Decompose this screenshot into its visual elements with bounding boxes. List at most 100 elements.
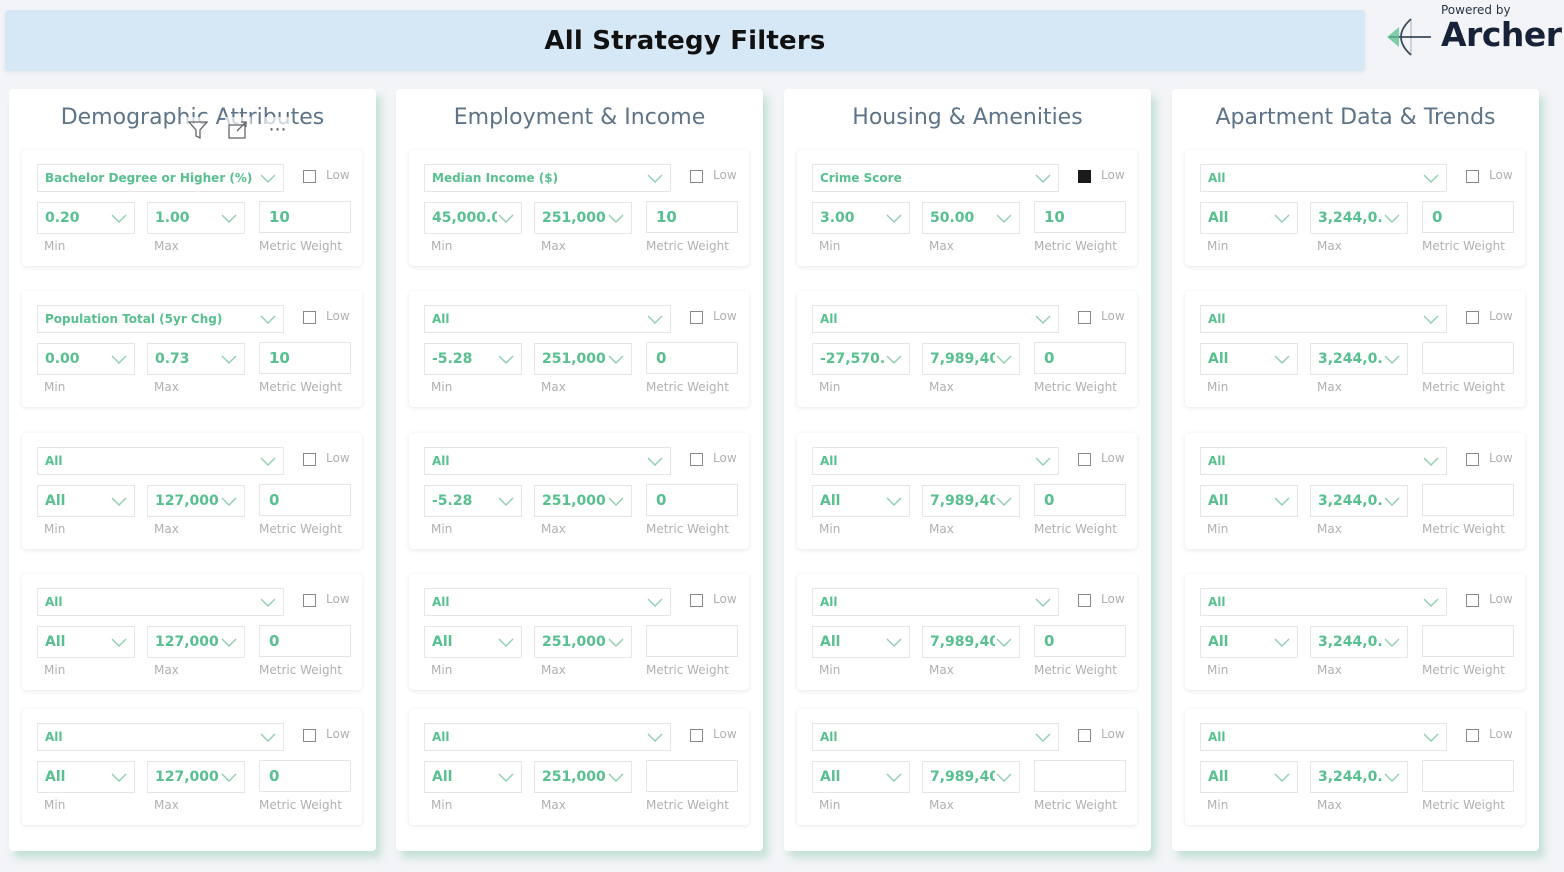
min-dropdown[interactable]: All xyxy=(812,626,910,658)
metric-weight-input[interactable] xyxy=(1034,760,1126,792)
metric-dropdown[interactable]: All xyxy=(424,447,671,475)
max-dropdown[interactable]: 3,244,0... xyxy=(1310,343,1408,375)
min-dropdown[interactable]: All xyxy=(424,626,522,658)
max-dropdown[interactable]: 251,000.... xyxy=(534,343,632,375)
low-checkbox[interactable] xyxy=(303,311,316,324)
more-options-icon[interactable]: ⋯ xyxy=(265,117,291,143)
metric-weight-input[interactable]: 10 xyxy=(259,201,351,233)
min-dropdown[interactable]: All xyxy=(1200,202,1298,234)
metric-dropdown[interactable]: All xyxy=(812,588,1059,616)
metric-dropdown[interactable]: All xyxy=(424,588,671,616)
metric-weight-input[interactable]: 10 xyxy=(646,201,738,233)
metric-weight-input[interactable]: 0 xyxy=(259,625,351,657)
low-checkbox[interactable] xyxy=(303,453,316,466)
low-checkbox[interactable] xyxy=(690,170,703,183)
metric-weight-input[interactable]: 10 xyxy=(259,342,351,374)
max-dropdown[interactable]: 127,000.... xyxy=(147,761,245,793)
min-dropdown[interactable]: 3.00 xyxy=(812,202,910,234)
low-checkbox[interactable] xyxy=(303,170,316,183)
low-checkbox[interactable] xyxy=(690,729,703,742)
low-checkbox[interactable] xyxy=(303,594,316,607)
max-dropdown[interactable]: 251,000.... xyxy=(534,202,632,234)
metric-weight-input[interactable]: 0 xyxy=(259,484,351,516)
min-dropdown[interactable]: 45,000.00 xyxy=(424,202,522,234)
metric-dropdown[interactable]: Crime Score xyxy=(812,164,1059,192)
metric-dropdown[interactable]: All xyxy=(424,723,671,751)
min-dropdown[interactable]: All xyxy=(1200,626,1298,658)
metric-weight-input[interactable]: 10 xyxy=(1034,201,1126,233)
metric-weight-input[interactable]: 0 xyxy=(259,760,351,792)
low-checkbox[interactable] xyxy=(1078,170,1091,183)
min-dropdown[interactable]: All xyxy=(1200,343,1298,375)
metric-dropdown[interactable]: All xyxy=(1200,588,1447,616)
low-checkbox[interactable] xyxy=(1466,453,1479,466)
max-dropdown[interactable]: 251,000.... xyxy=(534,761,632,793)
low-checkbox[interactable] xyxy=(1466,594,1479,607)
max-dropdown[interactable]: 127,000.... xyxy=(147,626,245,658)
min-dropdown[interactable]: -27,570.... xyxy=(812,343,910,375)
low-checkbox[interactable] xyxy=(1466,170,1479,183)
max-dropdown[interactable]: 251,000.... xyxy=(534,485,632,517)
max-dropdown[interactable]: 3,244,0... xyxy=(1310,626,1408,658)
metric-dropdown[interactable]: Bachelor Degree or Higher (%) xyxy=(37,164,284,192)
metric-dropdown[interactable]: All xyxy=(424,305,671,333)
max-dropdown[interactable]: 50.00 xyxy=(922,202,1020,234)
max-dropdown[interactable]: 127,000.... xyxy=(147,485,245,517)
low-checkbox[interactable] xyxy=(690,453,703,466)
low-checkbox[interactable] xyxy=(1078,729,1091,742)
metric-dropdown[interactable]: All xyxy=(37,723,284,751)
metric-dropdown[interactable]: All xyxy=(1200,305,1447,333)
metric-dropdown[interactable]: All xyxy=(812,723,1059,751)
metric-dropdown[interactable]: Median Income ($) xyxy=(424,164,671,192)
metric-dropdown[interactable]: All xyxy=(1200,723,1447,751)
focus-mode-icon[interactable] xyxy=(225,117,251,143)
min-dropdown[interactable]: -5.28 xyxy=(424,485,522,517)
metric-dropdown[interactable]: All xyxy=(812,305,1059,333)
min-dropdown[interactable]: All xyxy=(1200,485,1298,517)
max-dropdown[interactable]: 7,989,40... xyxy=(922,761,1020,793)
low-checkbox[interactable] xyxy=(1466,311,1479,324)
low-checkbox[interactable] xyxy=(690,311,703,324)
metric-weight-input[interactable]: 0 xyxy=(1034,625,1126,657)
metric-dropdown[interactable]: All xyxy=(1200,447,1447,475)
low-checkbox[interactable] xyxy=(303,729,316,742)
low-checkbox[interactable] xyxy=(1078,594,1091,607)
metric-weight-input[interactable]: 0 xyxy=(1034,342,1126,374)
min-dropdown[interactable]: 0.00 xyxy=(37,343,135,375)
min-dropdown[interactable]: All xyxy=(812,485,910,517)
metric-weight-input[interactable] xyxy=(646,625,738,657)
metric-dropdown[interactable]: All xyxy=(37,588,284,616)
max-dropdown[interactable]: 7,989,40... xyxy=(922,485,1020,517)
min-dropdown[interactable]: 0.20 xyxy=(37,202,135,234)
metric-dropdown[interactable]: All xyxy=(812,447,1059,475)
filter-icon[interactable] xyxy=(185,117,211,143)
max-dropdown[interactable]: 3,244,0... xyxy=(1310,485,1408,517)
min-dropdown[interactable]: -5.28 xyxy=(424,343,522,375)
low-checkbox[interactable] xyxy=(690,594,703,607)
low-checkbox[interactable] xyxy=(1078,311,1091,324)
metric-dropdown[interactable]: All xyxy=(37,447,284,475)
metric-weight-input[interactable] xyxy=(1422,760,1514,792)
metric-weight-input[interactable]: 0 xyxy=(646,484,738,516)
metric-weight-input[interactable]: 0 xyxy=(646,342,738,374)
max-dropdown[interactable]: 7,989,40... xyxy=(922,626,1020,658)
max-dropdown[interactable]: 3,244,0... xyxy=(1310,202,1408,234)
max-dropdown[interactable]: 1.00 xyxy=(147,202,245,234)
max-dropdown[interactable]: 7,989,40... xyxy=(922,343,1020,375)
metric-weight-input[interactable]: 0 xyxy=(1034,484,1126,516)
min-dropdown[interactable]: All xyxy=(37,761,135,793)
min-dropdown[interactable]: All xyxy=(424,761,522,793)
min-dropdown[interactable]: All xyxy=(1200,761,1298,793)
metric-weight-input[interactable] xyxy=(1422,625,1514,657)
max-dropdown[interactable]: 251,000.... xyxy=(534,626,632,658)
low-checkbox[interactable] xyxy=(1466,729,1479,742)
max-dropdown[interactable]: 0.73 xyxy=(147,343,245,375)
min-dropdown[interactable]: All xyxy=(37,485,135,517)
metric-weight-input[interactable] xyxy=(646,760,738,792)
metric-dropdown[interactable]: Population Total (5yr Chg) xyxy=(37,305,284,333)
min-dropdown[interactable]: All xyxy=(37,626,135,658)
metric-weight-input[interactable]: 0 xyxy=(1422,201,1514,233)
max-dropdown[interactable]: 3,244,0... xyxy=(1310,761,1408,793)
min-dropdown[interactable]: All xyxy=(812,761,910,793)
low-checkbox[interactable] xyxy=(1078,453,1091,466)
